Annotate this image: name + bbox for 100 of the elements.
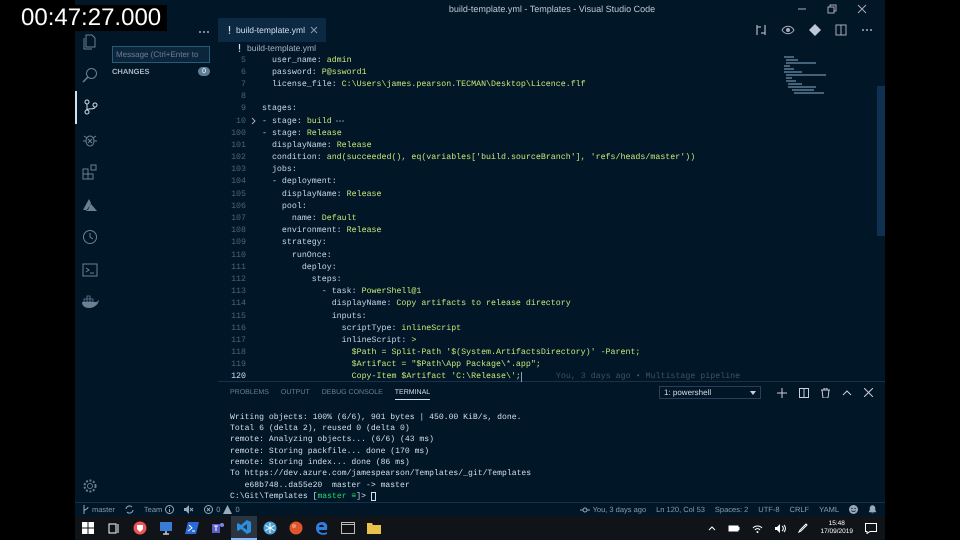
- code-line: displayName: Release: [280, 190, 382, 199]
- scrollbar-thumb[interactable]: [877, 86, 885, 236]
- code-line: strategy:: [280, 238, 327, 248]
- line-number: 105: [230, 190, 246, 199]
- search-icon[interactable]: [82, 66, 98, 83]
- code-line: Copy-Item $Artifact 'C:\Release\';: [350, 372, 521, 382]
- volume-icon[interactable]: [775, 524, 786, 532]
- split-editor-icon[interactable]: [835, 24, 847, 36]
- close-icon[interactable]: [864, 388, 873, 398]
- terminal-line: To https://dev.azure.com/jamespearson/Templates/_git/Templates: [230, 468, 532, 480]
- line-number: 101: [230, 140, 246, 150]
- files-icon[interactable]: [82, 34, 98, 50]
- breadcrumb[interactable]: build-template.yml: [247, 43, 316, 53]
- line-number: 108: [230, 226, 246, 236]
- windows-logo-icon[interactable]: [82, 522, 94, 534]
- bell-icon[interactable]: [868, 505, 877, 514]
- code-line: - stage: build: [262, 116, 332, 126]
- terminal-prompt: C:\Git\Templates [: [230, 492, 318, 501]
- terminal-line: remote: Storing packfile... done (170 ms): [230, 446, 430, 457]
- whale-icon[interactable]: [81, 295, 99, 310]
- code-line: condition: and(succeeded(), eq(variables['build.sourceBranch'], 'refs/heads/master')): [270, 153, 696, 162]
- clock-icon[interactable]: [82, 229, 98, 246]
- terminal-dropdown[interactable]: 1: powershell: [659, 386, 761, 400]
- restore-icon[interactable]: [827, 4, 837, 14]
- code-line: user_name: admin: [270, 56, 352, 65]
- task-view-icon[interactable]: [108, 522, 120, 534]
- commit-message-field[interactable]: Message (Ctrl+Enter to: [112, 46, 210, 63]
- line-number: 5: [240, 56, 246, 65]
- error-icon: [204, 505, 214, 514]
- eye-icon[interactable]: [781, 25, 795, 35]
- line-number: 9: [240, 104, 246, 114]
- code-line: displayName: Copy artifacts to release directory: [330, 299, 571, 308]
- terminal-prompt: ]>: [356, 492, 368, 501]
- close-icon[interactable]: [857, 4, 867, 14]
- chevron-icon[interactable]: [251, 117, 257, 126]
- console-app-icon[interactable]: [341, 522, 355, 534]
- smiley-icon[interactable]: [849, 505, 858, 514]
- terminal-icon[interactable]: [82, 262, 98, 278]
- more-icon[interactable]: [861, 28, 873, 32]
- line-number: 115: [230, 312, 246, 321]
- line-number: 103: [230, 165, 246, 174]
- terminal-cursor: [370, 492, 376, 501]
- exclamation-icon: [228, 26, 231, 34]
- extensions-icon[interactable]: [82, 164, 98, 180]
- code-line: scriptType: inlineScript: [340, 324, 462, 333]
- shield-app-icon[interactable]: [133, 521, 147, 535]
- plus-icon[interactable]: [777, 388, 787, 398]
- code-line: inlineScript: >: [340, 336, 416, 345]
- line-number: 102: [230, 153, 246, 162]
- sync-icon[interactable]: [124, 505, 134, 514]
- code-line: - task: PowerShell@1: [320, 287, 422, 296]
- code-line: runOnce:: [290, 250, 332, 260]
- terminal-line: e68b748..da55e20 master -> master: [244, 480, 411, 491]
- battery-icon[interactable]: [728, 524, 740, 532]
- line-number: 10: [235, 116, 246, 126]
- editor-tab[interactable]: build-template.yml: [218, 18, 326, 42]
- browser-app-icon[interactable]: [315, 521, 329, 535]
- triangle-logo-icon[interactable]: [82, 196, 98, 213]
- notification-icon[interactable]: [865, 522, 877, 534]
- git-diamond-icon[interactable]: [809, 24, 821, 36]
- code-line: environment: Release: [280, 226, 382, 236]
- line-number: 114: [230, 299, 246, 308]
- mute-icon[interactable]: [184, 505, 194, 514]
- line-number: 111: [230, 262, 246, 272]
- folded-ellipsis-icon[interactable]: [334, 119, 345, 124]
- window-title: build-template.yml - Templates - Visual Studio Code: [448, 4, 656, 14]
- powershell-app-icon[interactable]: [185, 521, 199, 535]
- code-editor-app-icon[interactable]: [237, 520, 251, 534]
- line-number: 117: [230, 336, 246, 345]
- circle-app-icon[interactable]: [289, 521, 303, 535]
- chevron-up-icon[interactable]: [842, 390, 852, 396]
- trash-icon[interactable]: [821, 388, 830, 398]
- prompt-branch: master ≡: [317, 492, 356, 501]
- code-line: license_file: C:\Users\james.pearson.TECMAN\Desktop\Licence.flf: [270, 80, 586, 89]
- code-line: pool:: [280, 202, 307, 211]
- line-number: 113: [230, 287, 246, 296]
- wifi-icon[interactable]: [752, 524, 764, 532]
- compare-icon[interactable]: [755, 24, 767, 36]
- exclamation-icon: [238, 44, 241, 52]
- commit-icon: [580, 506, 590, 512]
- line-number: 119: [230, 360, 246, 370]
- settings-icon[interactable]: [82, 478, 98, 494]
- code-line: - stage: Release: [262, 128, 342, 138]
- code-line: $Artifact = "$Path\App Package\*.app";: [350, 360, 541, 370]
- snowflake-app-icon[interactable]: [263, 521, 277, 535]
- folder-app-icon[interactable]: [367, 522, 381, 534]
- code-line: $Path = Split-Path '$(System.ArtifactsDirectory)' -Parent;: [350, 348, 640, 358]
- line-number: 118: [230, 348, 246, 358]
- close-icon[interactable]: [310, 26, 318, 34]
- more-icon[interactable]: [198, 30, 210, 34]
- split-terminal-icon[interactable]: [799, 388, 809, 398]
- line-number: 110: [230, 250, 246, 260]
- code-line: - deployment:: [270, 177, 337, 186]
- line-number: 106: [230, 202, 246, 211]
- monitor-app-icon[interactable]: [159, 521, 173, 535]
- line-number: 104: [230, 177, 246, 186]
- pen-icon[interactable]: [798, 523, 808, 533]
- code-line: password: P@ssword1: [270, 68, 367, 77]
- branch-icon[interactable]: [83, 99, 99, 116]
- teams-app-icon[interactable]: [211, 521, 225, 535]
